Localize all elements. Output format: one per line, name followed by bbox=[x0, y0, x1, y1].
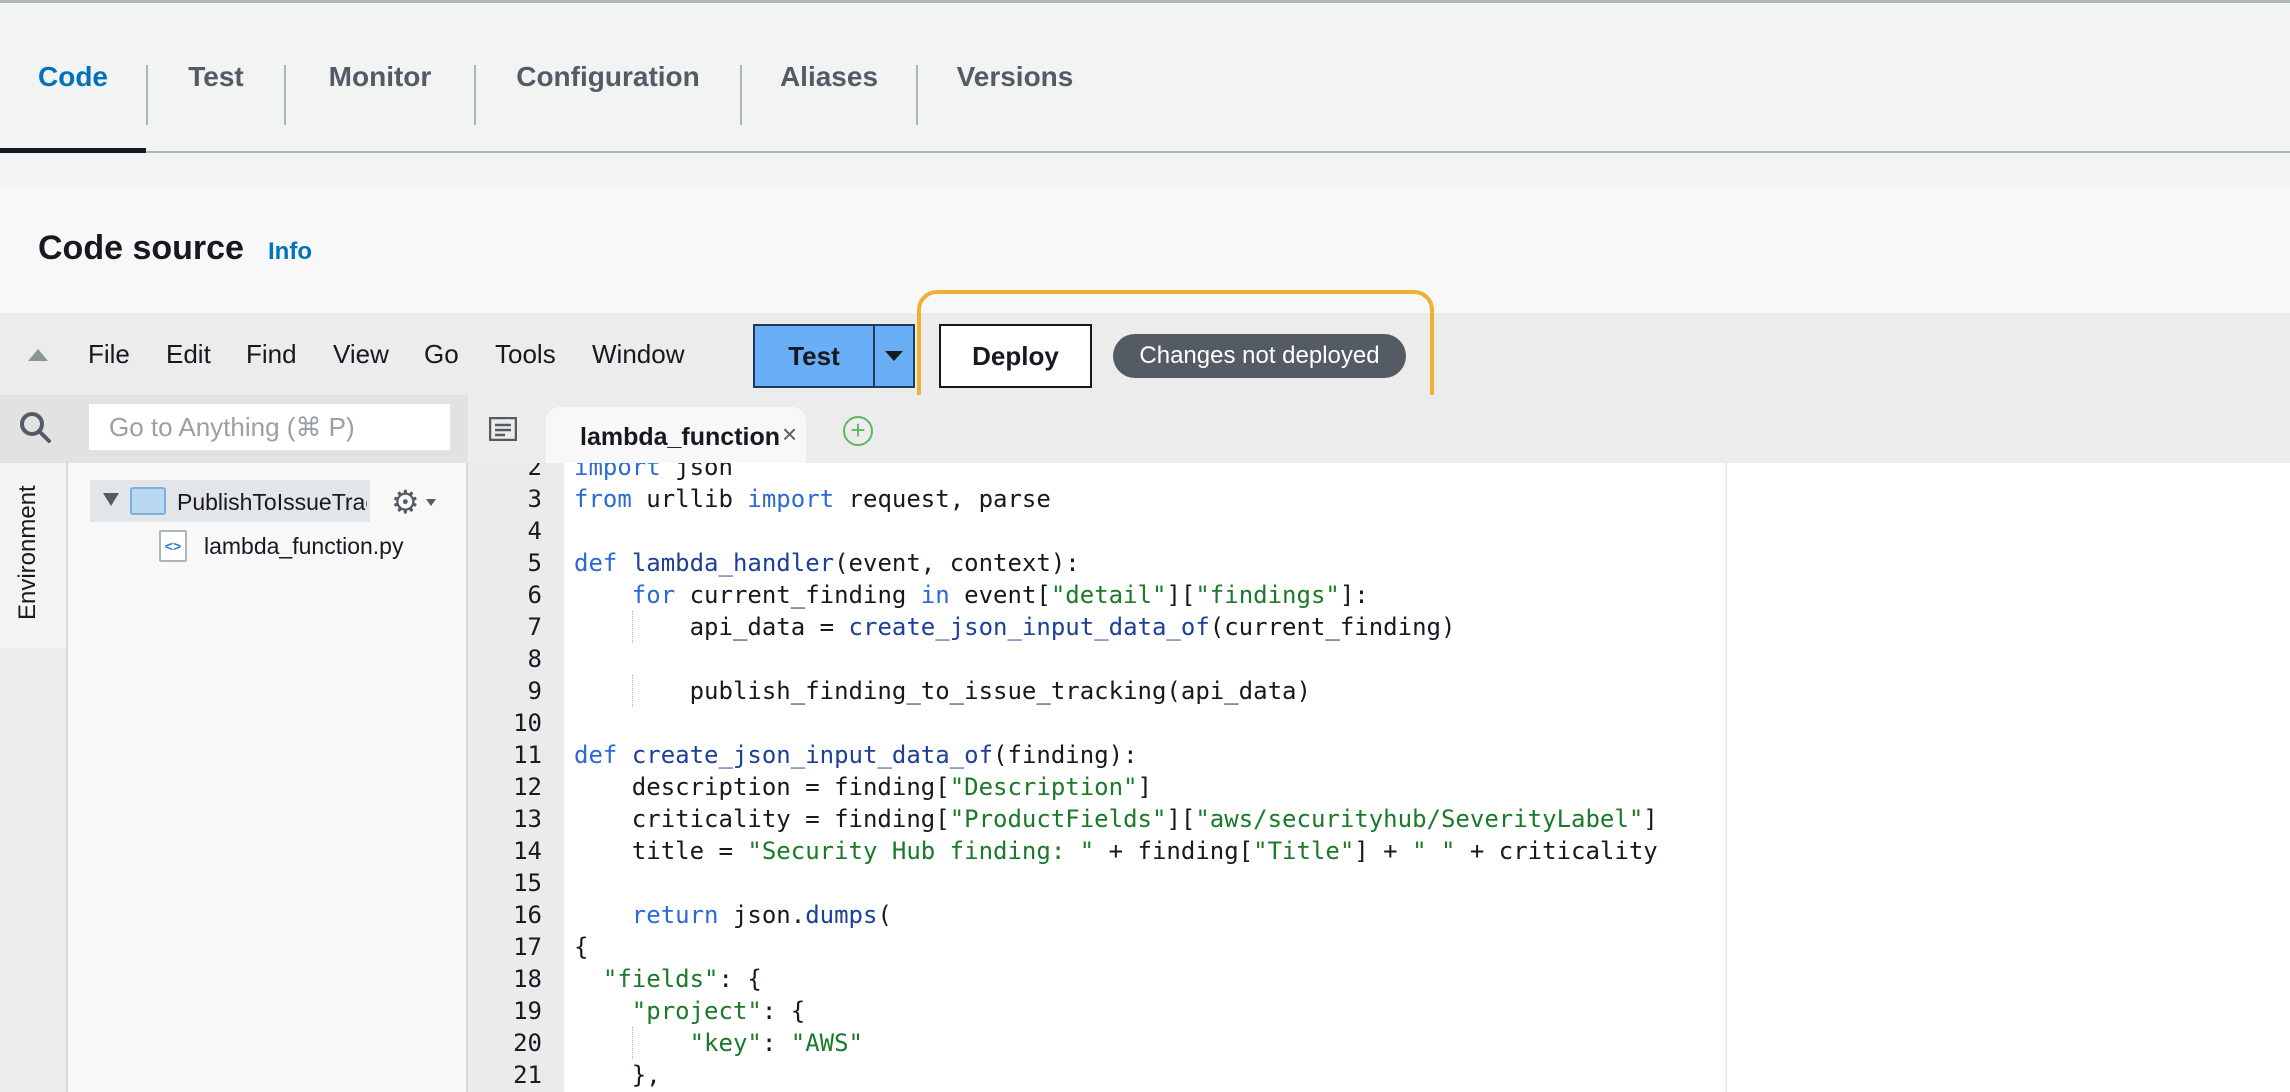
line-text: "key": "AWS" bbox=[689, 1029, 863, 1057]
line-text: "project": { bbox=[631, 997, 806, 1025]
code-source-header: Code source Info bbox=[0, 187, 2290, 313]
folder-icon bbox=[130, 487, 166, 515]
indent-guide bbox=[631, 611, 633, 643]
menu-window[interactable]: Window bbox=[592, 339, 684, 370]
line-text: from urllib import request, parse bbox=[574, 485, 1051, 513]
line-text: description = finding["Description"] bbox=[574, 773, 1152, 801]
tab-list-icon[interactable] bbox=[489, 417, 517, 441]
line-number: 4 bbox=[527, 517, 542, 545]
line-number: 2 bbox=[527, 463, 542, 481]
editor-toolbar: lambda_function × + bbox=[0, 395, 2290, 463]
line-number: 20 bbox=[513, 1029, 542, 1057]
line-number: 15 bbox=[513, 869, 542, 897]
line-number: 6 bbox=[527, 581, 542, 609]
folder-label[interactable]: PublishToIssueTrack bbox=[177, 489, 367, 516]
expand-arrow-icon[interactable] bbox=[103, 493, 119, 506]
menu-tools[interactable]: Tools bbox=[495, 339, 556, 370]
page-title: Code source bbox=[38, 229, 244, 267]
print-margin bbox=[1725, 463, 1727, 1092]
line-number: 18 bbox=[513, 965, 542, 993]
gear-icon[interactable]: ⚙ bbox=[391, 486, 420, 518]
test-dropdown-button[interactable] bbox=[873, 324, 915, 388]
line-number: 13 bbox=[513, 805, 542, 833]
line-text: return json.dumps( bbox=[631, 901, 892, 929]
python-file-icon: <> bbox=[159, 530, 187, 562]
function-tabs: Code Test Monitor Configuration Aliases … bbox=[0, 3, 2290, 153]
line-number: 12 bbox=[513, 773, 542, 801]
code-editor[interactable]: 2 import json 3 from urllib import request,… bbox=[468, 463, 2290, 1092]
line-number: 3 bbox=[527, 485, 542, 513]
collapse-icon[interactable] bbox=[28, 349, 48, 361]
menu-go[interactable]: Go bbox=[424, 339, 459, 370]
line-text: }, bbox=[574, 1061, 661, 1089]
menu-find[interactable]: Find bbox=[246, 339, 297, 370]
line-text: import json bbox=[574, 463, 733, 481]
info-link[interactable]: Info bbox=[268, 238, 312, 266]
line-number: 8 bbox=[527, 645, 542, 673]
tab-code[interactable]: Code bbox=[0, 3, 146, 153]
line-number: 14 bbox=[513, 837, 542, 865]
side-strip bbox=[0, 648, 68, 1092]
line-number: 11 bbox=[513, 741, 542, 769]
tab-versions[interactable]: Versions bbox=[918, 3, 1112, 151]
ide-menubar: File Edit Find View Go Tools Window Test… bbox=[0, 313, 2290, 395]
line-text: title = "Security Hub finding: " + findi… bbox=[574, 837, 1658, 865]
test-button[interactable]: Test bbox=[753, 324, 873, 388]
line-text: "fields": { bbox=[602, 965, 762, 993]
tab-aliases[interactable]: Aliases bbox=[742, 3, 916, 151]
line-text: api_data = create_json_input_data_of(cur… bbox=[574, 613, 1456, 641]
menu-file[interactable]: File bbox=[88, 339, 130, 370]
file-item[interactable]: lambda_function.py bbox=[204, 533, 403, 560]
indent-guide bbox=[631, 1027, 633, 1059]
line-number: 17 bbox=[513, 933, 542, 961]
line-number: 21 bbox=[513, 1061, 542, 1089]
editor-tab[interactable]: lambda_function × bbox=[546, 407, 806, 463]
menu-view[interactable]: View bbox=[333, 339, 389, 370]
add-tab-icon[interactable]: + bbox=[843, 416, 873, 446]
line-text: criticality = finding["ProductFields"]["… bbox=[574, 805, 1658, 833]
close-icon[interactable]: × bbox=[782, 419, 797, 450]
line-number: 10 bbox=[513, 709, 542, 737]
deploy-button[interactable]: Deploy bbox=[939, 324, 1092, 388]
line-number: 19 bbox=[513, 997, 542, 1025]
line-number: 7 bbox=[527, 613, 542, 641]
tab-configuration[interactable]: Configuration bbox=[476, 3, 740, 151]
search-area bbox=[0, 395, 468, 463]
editor-tab-label: lambda_function bbox=[580, 423, 780, 451]
line-number: 5 bbox=[527, 549, 542, 577]
search-input[interactable] bbox=[89, 404, 450, 450]
line-text: publish_finding_to_issue_tracking(api_da… bbox=[574, 677, 1311, 705]
indent-guide bbox=[631, 675, 633, 707]
tab-monitor[interactable]: Monitor bbox=[286, 3, 474, 151]
line-text: for current_finding in event["detail"]["… bbox=[631, 581, 1369, 609]
menu-edit[interactable]: Edit bbox=[166, 339, 211, 370]
line-number: 9 bbox=[527, 677, 542, 705]
tab-test[interactable]: Test bbox=[148, 3, 284, 151]
line-text: def lambda_handler(event, context): bbox=[574, 549, 1080, 577]
file-tree: PublishToIssueTrack ⚙ <> lambda_function… bbox=[68, 463, 468, 1092]
line-text: def create_json_input_data_of(finding): bbox=[574, 741, 1138, 769]
caret-down-icon bbox=[885, 351, 903, 361]
chevron-down-icon[interactable] bbox=[426, 499, 436, 506]
line-text: { bbox=[574, 933, 589, 961]
status-badge: Changes not deployed bbox=[1113, 334, 1406, 378]
environment-label[interactable]: Environment bbox=[14, 485, 42, 620]
search-icon[interactable] bbox=[18, 410, 52, 444]
line-number: 16 bbox=[513, 901, 542, 929]
